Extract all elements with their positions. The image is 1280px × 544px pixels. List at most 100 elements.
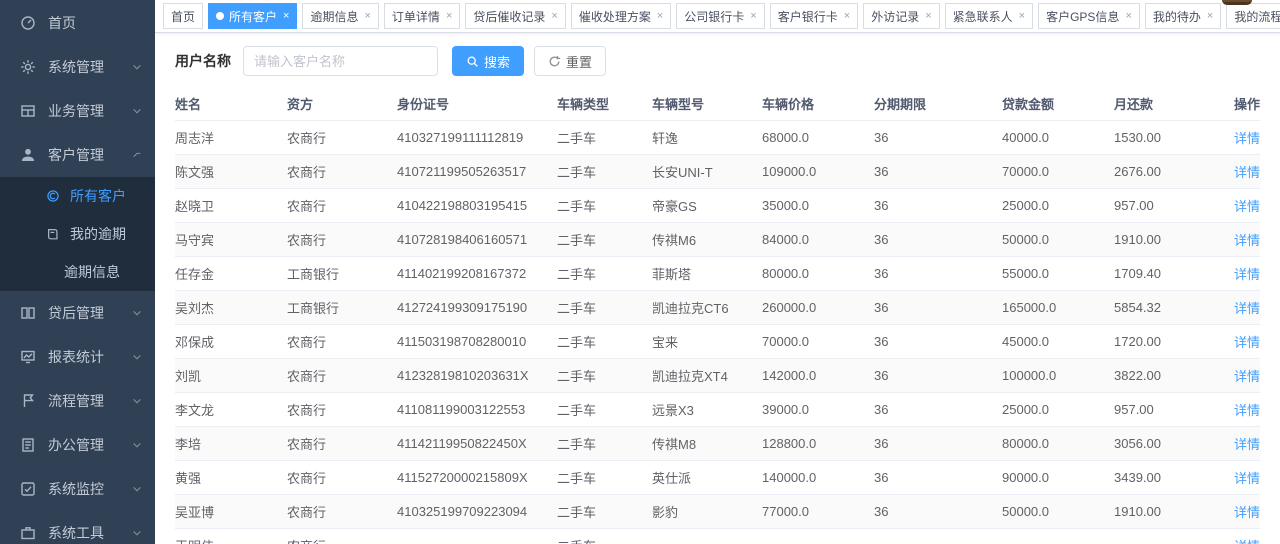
table-cell: 凯迪拉克XT4 bbox=[652, 358, 762, 392]
detail-link[interactable]: 详情 bbox=[1234, 301, 1260, 316]
detail-link[interactable]: 详情 bbox=[1234, 403, 1260, 418]
close-icon[interactable]: × bbox=[1125, 11, 1131, 22]
close-icon[interactable]: × bbox=[844, 11, 850, 22]
sidebar-item-2[interactable]: 业务管理 bbox=[0, 89, 155, 133]
refresh-icon bbox=[548, 55, 561, 68]
tab-6[interactable]: 公司银行卡× bbox=[676, 3, 764, 29]
table-cell: 农商行 bbox=[287, 358, 397, 392]
sidebar-item-4[interactable]: 贷后管理 bbox=[0, 291, 155, 335]
tab-2[interactable]: 逾期信息× bbox=[302, 3, 378, 29]
tab-1[interactable]: 所有客户× bbox=[208, 3, 297, 29]
chevron-down-icon bbox=[131, 351, 143, 363]
detail-link[interactable]: 详情 bbox=[1234, 131, 1260, 146]
sidebar-subitem-2[interactable]: 逾期信息 bbox=[0, 253, 155, 291]
detail-link[interactable]: 详情 bbox=[1234, 369, 1260, 384]
sidebar-item-9[interactable]: 系统工具 bbox=[0, 511, 155, 544]
table-row: 刘凯农商行41232819810203631X二手车凯迪拉克XT4142000.… bbox=[175, 358, 1260, 392]
tab-8[interactable]: 外访记录× bbox=[863, 3, 939, 29]
close-icon[interactable]: × bbox=[446, 11, 452, 22]
close-icon[interactable]: × bbox=[657, 11, 663, 22]
close-icon[interactable]: × bbox=[551, 11, 557, 22]
sidebar-item-6[interactable]: 流程管理 bbox=[0, 379, 155, 423]
table-cell-actions: 详情 bbox=[1223, 426, 1260, 460]
sidebar-item-label: 首页 bbox=[48, 13, 155, 33]
table-cell: 轩逸 bbox=[652, 120, 762, 154]
detail-link[interactable]: 详情 bbox=[1234, 199, 1260, 214]
close-icon[interactable]: × bbox=[283, 11, 289, 22]
detail-link[interactable]: 详情 bbox=[1234, 335, 1260, 350]
tab-4[interactable]: 贷后催收记录× bbox=[465, 3, 565, 29]
sidebar-item-3[interactable]: 客户管理 bbox=[0, 133, 155, 177]
close-icon[interactable]: × bbox=[364, 11, 370, 22]
chart-icon bbox=[20, 349, 36, 365]
tab-7[interactable]: 客户银行卡 × bbox=[770, 3, 858, 29]
detail-link[interactable]: 详情 bbox=[1234, 505, 1260, 520]
table-cell: 109000.0 bbox=[762, 154, 874, 188]
search-toolbar: 用户名称 搜索 重置 bbox=[155, 33, 1280, 88]
tab-12[interactable]: 我的流程× bbox=[1226, 3, 1280, 29]
table-cell: 41152720000215809X bbox=[397, 460, 557, 494]
table-row: 李文龙农商行411081199003122553二手车远景X339000.036… bbox=[175, 392, 1260, 426]
detail-link[interactable]: 详情 bbox=[1234, 233, 1260, 248]
table-cell: 36 bbox=[874, 120, 1002, 154]
table-cell: 36 bbox=[874, 290, 1002, 324]
close-icon[interactable]: × bbox=[1207, 11, 1213, 22]
table-cell: 工商银行 bbox=[287, 290, 397, 324]
sidebar-item-7[interactable]: 办公管理 bbox=[0, 423, 155, 467]
sidebar-item-0[interactable]: 首页 bbox=[0, 1, 155, 45]
table-cell: 农商行 bbox=[287, 426, 397, 460]
table-cell: 36 bbox=[874, 154, 1002, 188]
sidebar-item-label: 流程管理 bbox=[48, 391, 131, 411]
detail-link[interactable]: 详情 bbox=[1234, 267, 1260, 282]
close-icon[interactable]: × bbox=[925, 11, 931, 22]
sidebar-item-1[interactable]: 系统管理 bbox=[0, 45, 155, 89]
table-row: 任存金工商银行411402199208167372二手车菲斯塔80000.036… bbox=[175, 256, 1260, 290]
tab-3[interactable]: 订单详情× bbox=[384, 3, 460, 29]
search-input[interactable] bbox=[243, 46, 438, 76]
sidebar-item-5[interactable]: 报表统计 bbox=[0, 335, 155, 379]
detail-link[interactable]: 详情 bbox=[1234, 539, 1260, 544]
table-cell-actions: 详情 bbox=[1223, 222, 1260, 256]
table-cell: 50000.0 bbox=[1002, 494, 1114, 528]
chevron-down-icon bbox=[131, 61, 143, 73]
detail-link[interactable]: 详情 bbox=[1234, 471, 1260, 486]
reset-button[interactable]: 重置 bbox=[534, 46, 606, 76]
table-cell: 5854.32 bbox=[1114, 290, 1223, 324]
search-field-label: 用户名称 bbox=[175, 51, 231, 71]
avatar[interactable] bbox=[1222, 0, 1252, 5]
table-cell: 刘凯 bbox=[175, 358, 287, 392]
sidebar-item-label: 系统监控 bbox=[48, 479, 131, 499]
tab-label: 客户银行卡 bbox=[778, 8, 838, 25]
tab-0[interactable]: 首页 bbox=[163, 3, 203, 29]
table-cell: 二手车 bbox=[557, 528, 652, 544]
table-cell: 70000.0 bbox=[762, 324, 874, 358]
table-cell: 36 bbox=[874, 256, 1002, 290]
sidebar-item-8[interactable]: 系统监控 bbox=[0, 467, 155, 511]
table-row: 李培农商行41142119950822450X二手车传祺M8128800.036… bbox=[175, 426, 1260, 460]
search-button[interactable]: 搜索 bbox=[452, 46, 524, 76]
table-cell: 凯迪拉克CT6 bbox=[652, 290, 762, 324]
detail-link[interactable]: 详情 bbox=[1234, 165, 1260, 180]
table-cell: 二手车 bbox=[557, 324, 652, 358]
table-cell: 80000.0 bbox=[762, 256, 874, 290]
table-cell: 80000.0 bbox=[1002, 426, 1114, 460]
tab-5[interactable]: 催收处理方案× bbox=[571, 3, 671, 29]
flow-icon bbox=[20, 393, 36, 409]
detail-link[interactable]: 详情 bbox=[1234, 437, 1260, 452]
table-cell-actions: 详情 bbox=[1223, 256, 1260, 290]
table-cell: 二手车 bbox=[557, 290, 652, 324]
tab-10[interactable]: 客户GPS信息× bbox=[1038, 3, 1140, 29]
table-cell: 农商行 bbox=[287, 154, 397, 188]
table-header-row: 姓名资方身份证号车辆类型车辆型号车辆价格分期期限贷款金额月还款操作 bbox=[175, 88, 1260, 120]
column-header: 车辆型号 bbox=[652, 88, 762, 120]
tab-9[interactable]: 紧急联系人× bbox=[945, 3, 1033, 29]
close-icon[interactable]: × bbox=[750, 11, 756, 22]
tab-11[interactable]: 我的待办× bbox=[1145, 3, 1221, 29]
table-cell: 410325199709223094 bbox=[397, 494, 557, 528]
table-cell: 影豹 bbox=[652, 494, 762, 528]
sidebar-subitem-1[interactable]: 我的逾期 bbox=[0, 215, 155, 253]
sidebar-subitem-0[interactable]: 所有客户 bbox=[0, 177, 155, 215]
table-cell: 二手车 bbox=[557, 460, 652, 494]
table-cell bbox=[652, 528, 762, 544]
close-icon[interactable]: × bbox=[1019, 11, 1025, 22]
